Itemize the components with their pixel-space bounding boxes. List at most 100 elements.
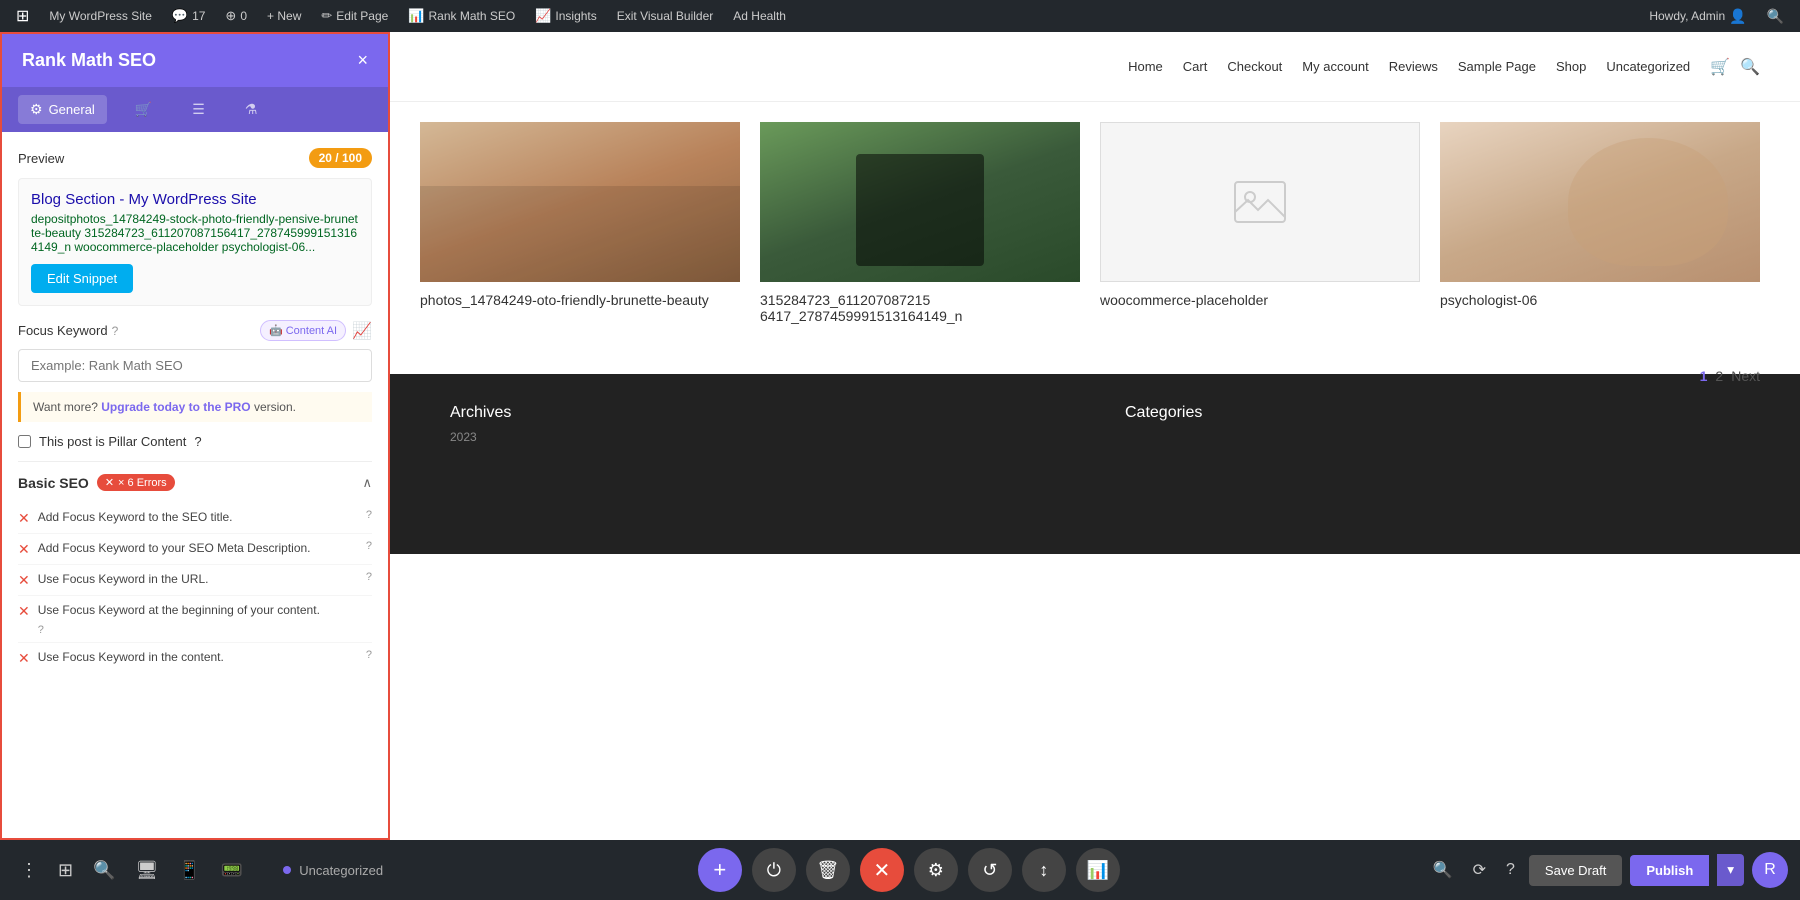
check-help-icon[interactable]: ? [38, 624, 44, 636]
tab-social[interactable]: 🛒 [123, 95, 164, 124]
uncategorized-section: Uncategorized [263, 863, 403, 878]
check-help-icon[interactable]: ? [366, 540, 372, 552]
edit-snippet-button[interactable]: Edit Snippet [31, 264, 133, 293]
pillar-content-row: This post is Pillar Content ? [18, 434, 372, 449]
social-icon: 🛒 [135, 101, 152, 118]
section-divider [18, 461, 372, 462]
check-text: Use Focus Keyword in the content. [38, 649, 358, 666]
check-help-icon[interactable]: ? [366, 509, 372, 521]
check-text: Use Focus Keyword in the URL. [38, 571, 358, 588]
blog-card-image [420, 122, 740, 282]
rank-math-close-button[interactable]: × [357, 50, 368, 71]
fab-history-button[interactable]: ↺ [968, 848, 1012, 892]
page-next[interactable]: Next [1731, 368, 1760, 384]
toolbar-refresh-button[interactable]: ⟳ [1467, 854, 1492, 886]
tab-advanced[interactable]: ⚗ [233, 95, 270, 124]
blog-grid: photos_14784249-oto-friendly-brunette-be… [420, 122, 1760, 328]
bottom-toolbar: ⋮ ⊞ 🔍 🖥 📱 📟 Uncategorized + ⏻ 🗑 ✕ ⚙ ↺ ↕ … [0, 840, 1800, 900]
wordpress-logo[interactable]: ⊞ [8, 0, 37, 32]
focus-keyword-header: Focus Keyword ? 🤖 Content AI 📈 [18, 320, 372, 341]
fab-add-button[interactable]: + [698, 848, 742, 892]
toolbar-tablet-button[interactable]: 📱 [170, 852, 208, 889]
toolbar-help-button[interactable]: ? [1500, 855, 1521, 885]
footer-archives-title: Archives [450, 404, 1085, 422]
new-content[interactable]: + New [259, 0, 309, 32]
search-admin[interactable]: 🔍 [1759, 8, 1792, 25]
preview-box: Blog Section - My WordPress Site deposit… [18, 178, 372, 306]
toolbar-grid-button[interactable]: ⊞ [50, 852, 81, 889]
focus-keyword-input[interactable] [18, 349, 372, 382]
tab-schema[interactable]: ☰ [180, 95, 217, 124]
basic-seo-header[interactable]: Basic SEO ✕ × 6 Errors ∧ [18, 474, 372, 491]
edit-page[interactable]: ✏ Edit Page [313, 0, 396, 32]
schema-icon: ☰ [192, 101, 205, 118]
basic-seo-title: Basic SEO [18, 475, 89, 491]
nav-cart[interactable]: Cart [1183, 59, 1208, 74]
blog-card-image [760, 122, 1080, 282]
toolbar-zoom-button[interactable]: 🔍 [1427, 854, 1459, 886]
check-text: Add Focus Keyword to the SEO title. [38, 509, 358, 526]
page-1[interactable]: 1 [1700, 368, 1708, 384]
basic-seo-left: Basic SEO ✕ × 6 Errors [18, 474, 175, 491]
nav-shop[interactable]: Shop [1556, 59, 1586, 74]
toolbar-desktop-button[interactable]: 🖥 [128, 852, 167, 889]
nav-reviews[interactable]: Reviews [1389, 59, 1438, 74]
page-2[interactable]: 2 [1715, 368, 1723, 384]
toolbar-left: ⋮ ⊞ 🔍 🖥 📱 📟 [0, 852, 263, 889]
focus-keyword-actions: 🤖 Content AI 📈 [260, 320, 372, 341]
rank-math-panel: Rank Math SEO × ⚙ General 🛒 ☰ ⚗ Preview … [0, 32, 390, 840]
fab-chart-button[interactable]: 📊 [1076, 848, 1120, 892]
toolbar-search-button[interactable]: 🔍 [85, 852, 123, 889]
upgrade-link[interactable]: Upgrade today to the PRO [101, 400, 250, 414]
fab-power-button[interactable]: ⏻ [752, 848, 796, 892]
check-item: ✕ Use Focus Keyword in the URL. ? [18, 565, 372, 596]
nav-my-account[interactable]: My account [1302, 59, 1368, 74]
toolbar-mobile-button[interactable]: 📟 [213, 852, 251, 889]
check-item: ✕ Use Focus Keyword at the beginning of … [18, 596, 372, 643]
nav-sample-page[interactable]: Sample Page [1458, 59, 1536, 74]
trend-button[interactable]: 📈 [352, 321, 372, 341]
blog-card-title: woocommerce-placeholder [1100, 282, 1420, 312]
ad-health[interactable]: Ad Health [725, 0, 794, 32]
fab-trash-button[interactable]: 🗑 [806, 848, 850, 892]
publish-dropdown-button[interactable]: ▾ [1717, 854, 1744, 886]
preview-label: Preview [18, 151, 64, 166]
content-ai-button[interactable]: 🤖 Content AI [260, 320, 346, 341]
collapse-icon[interactable]: ∧ [362, 475, 372, 491]
rank-math-admin[interactable]: 📊 Rank Math SEO [400, 0, 523, 32]
nav-uncategorized[interactable]: Uncategorized [1606, 59, 1690, 74]
fab-sort-button[interactable]: ↕ [1022, 848, 1066, 892]
comments-count[interactable]: 💬 17 [164, 0, 214, 32]
general-icon: ⚙ [30, 101, 43, 118]
blog-card-placeholder [1100, 122, 1420, 282]
toolbar-center: + ⏻ 🗑 ✕ ⚙ ↺ ↕ 📊 [403, 848, 1415, 892]
nav-checkout[interactable]: Checkout [1227, 59, 1282, 74]
fab-close-button[interactable]: ✕ [860, 848, 904, 892]
rank-math-fab-button[interactable]: R [1752, 852, 1788, 888]
search-nav-icon[interactable]: 🔍 [1740, 57, 1760, 77]
footer-archives-date: 2023 [450, 430, 1085, 444]
site-name[interactable]: My WordPress Site [41, 0, 159, 32]
admin-bar: ⊞ My WordPress Site 💬 17 ⊕ 0 + New ✏ Edi… [0, 0, 1800, 32]
check-help-icon[interactable]: ? [366, 571, 372, 583]
status-dot [283, 866, 291, 874]
blog-card-title: psychologist-06 [1440, 282, 1760, 312]
check-help-icon[interactable]: ? [366, 649, 372, 661]
tab-general[interactable]: ⚙ General [18, 95, 107, 124]
insights[interactable]: 📈 Insights [527, 0, 605, 32]
publish-button[interactable]: Publish [1630, 855, 1709, 886]
updates-count[interactable]: ⊕ 0 [217, 0, 255, 32]
toolbar-menu-button[interactable]: ⋮ [12, 852, 46, 889]
focus-keyword-help-icon[interactable]: ? [112, 324, 119, 338]
fab-settings-button[interactable]: ⚙ [914, 848, 958, 892]
nav-home[interactable]: Home [1128, 59, 1163, 74]
rank-math-tabs: ⚙ General 🛒 ☰ ⚗ [2, 87, 388, 132]
save-draft-button[interactable]: Save Draft [1529, 855, 1622, 886]
check-item: ✕ Use Focus Keyword in the content. ? [18, 643, 372, 673]
pillar-help-icon[interactable]: ? [194, 434, 201, 449]
pillar-content-checkbox[interactable] [18, 435, 31, 448]
error-icon: ✕ [18, 603, 30, 620]
cart-icon[interactable]: 🛒 [1710, 57, 1730, 77]
howdy-admin[interactable]: Howdy, Admin 👤 [1641, 8, 1754, 25]
exit-visual-builder[interactable]: Exit Visual Builder [609, 0, 722, 32]
